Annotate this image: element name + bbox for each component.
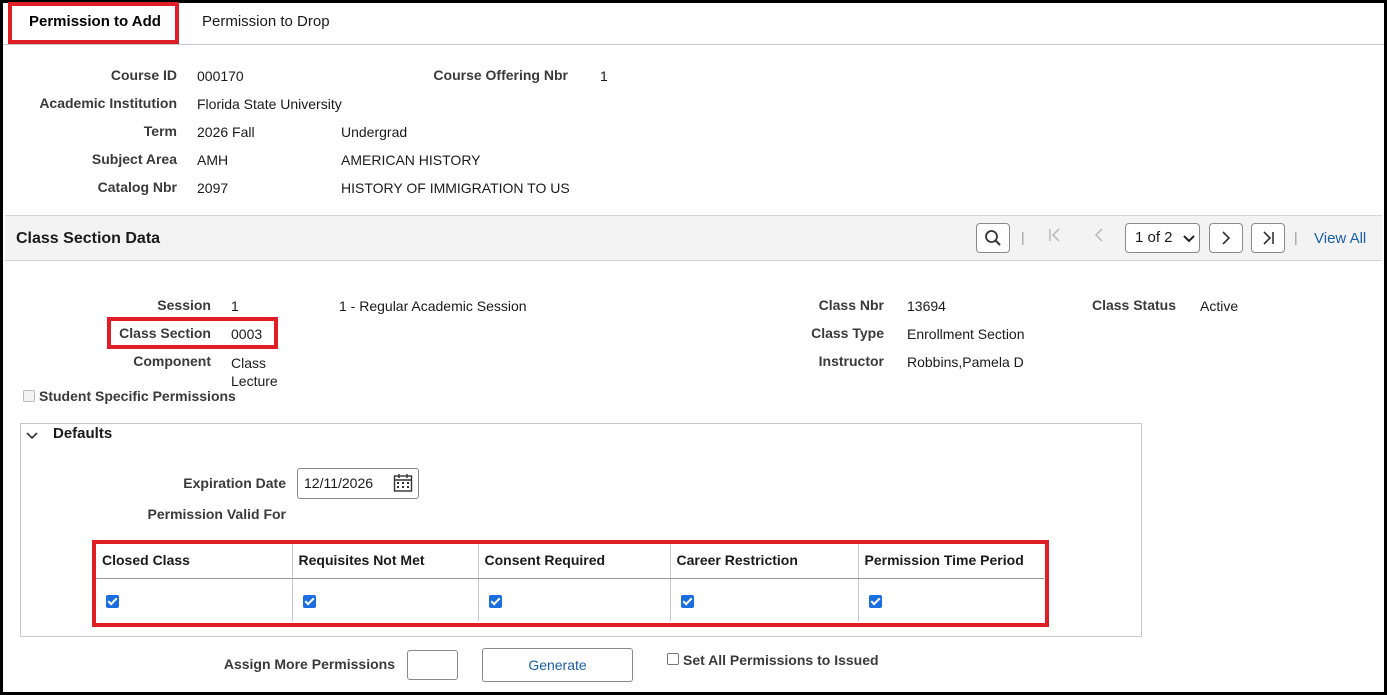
instructor-value: Robbins,Pamela D bbox=[907, 354, 1024, 370]
session-desc-value: 1 - Regular Academic Session bbox=[339, 298, 527, 314]
catalog-title-value: HISTORY OF IMMIGRATION TO US bbox=[341, 180, 570, 196]
set-all-issued-label: Set All Permissions to Issued bbox=[683, 652, 879, 668]
assign-more-label: Assign More Permissions bbox=[223, 656, 395, 672]
term-label: Term bbox=[143, 123, 177, 139]
subject-name-value: AMERICAN HISTORY bbox=[341, 152, 481, 168]
catalog-nbr-label: Catalog Nbr bbox=[97, 179, 177, 195]
chevron-down-icon bbox=[1183, 235, 1195, 243]
class-nbr-label: Class Nbr bbox=[818, 297, 884, 313]
class-section-header: Class Section Data | 1 of 2 | View All bbox=[5, 215, 1382, 261]
tab-permission-to-drop[interactable]: Permission to Drop bbox=[202, 13, 330, 30]
collapse-chevron-icon[interactable] bbox=[26, 427, 38, 443]
session-value: 1 bbox=[231, 298, 239, 314]
student-specific-label: Student Specific Permissions bbox=[39, 388, 236, 404]
tab-bar: Permission to Add Permission to Drop bbox=[3, 3, 1384, 45]
institution-value: Florida State University bbox=[197, 96, 342, 112]
highlight-box-section bbox=[107, 317, 278, 349]
last-page-button[interactable] bbox=[1251, 223, 1285, 253]
career-value: Undergrad bbox=[341, 124, 408, 140]
page-select-value: 1 of 2 bbox=[1135, 229, 1173, 246]
student-specific-checkbox[interactable] bbox=[23, 389, 35, 405]
term-value: 2026 Fall bbox=[197, 124, 255, 140]
search-button[interactable] bbox=[976, 223, 1010, 253]
course-offering-label: Course Offering Nbr bbox=[433, 67, 568, 83]
assign-more-input[interactable] bbox=[407, 650, 458, 680]
first-page-icon[interactable] bbox=[1048, 227, 1062, 248]
catalog-nbr-value: 2097 bbox=[197, 180, 229, 196]
class-status-value: Active bbox=[1200, 298, 1239, 314]
subject-area-label: Subject Area bbox=[91, 151, 177, 167]
component-label: Component bbox=[133, 353, 211, 369]
view-all-link[interactable]: View All bbox=[1314, 230, 1366, 247]
page-select[interactable]: 1 of 2 bbox=[1125, 223, 1200, 253]
highlight-box-table bbox=[92, 540, 1049, 627]
highlight-box-tab bbox=[8, 2, 179, 44]
search-icon bbox=[985, 230, 1001, 246]
component-value-line1: Class bbox=[231, 355, 267, 371]
next-button[interactable] bbox=[1209, 223, 1243, 253]
class-type-label: Class Type bbox=[811, 325, 884, 341]
last-page-icon bbox=[1263, 231, 1274, 245]
permission-valid-for-label: Permission Valid For bbox=[147, 506, 287, 522]
calendar-icon[interactable] bbox=[393, 473, 413, 493]
session-label: Session bbox=[157, 297, 211, 313]
course-id-value: 000170 bbox=[197, 68, 244, 84]
expiration-date-input[interactable]: 12/11/2026 bbox=[297, 468, 419, 499]
subject-code-value: AMH bbox=[197, 152, 229, 168]
course-id-label: Course ID bbox=[110, 67, 177, 83]
next-icon bbox=[1222, 231, 1231, 245]
component-value-line2: Lecture bbox=[231, 373, 278, 389]
previous-icon[interactable] bbox=[1094, 227, 1104, 248]
separator: | bbox=[1021, 229, 1025, 245]
separator: | bbox=[1294, 229, 1298, 245]
set-all-issued-checkbox[interactable] bbox=[667, 652, 679, 668]
defaults-title[interactable]: Defaults bbox=[53, 425, 112, 442]
class-status-label: Class Status bbox=[1091, 297, 1176, 313]
expiration-date-value: 12/11/2026 bbox=[304, 475, 374, 491]
course-offering-value: 1 bbox=[600, 68, 608, 84]
section-title: Class Section Data bbox=[16, 230, 161, 247]
generate-button[interactable]: Generate bbox=[482, 648, 633, 682]
institution-label: Academic Institution bbox=[39, 95, 177, 111]
class-nbr-value: 13694 bbox=[907, 298, 946, 314]
instructor-label: Instructor bbox=[818, 353, 884, 369]
expiration-date-label: Expiration Date bbox=[183, 475, 286, 491]
class-type-value: Enrollment Section bbox=[907, 326, 1025, 342]
